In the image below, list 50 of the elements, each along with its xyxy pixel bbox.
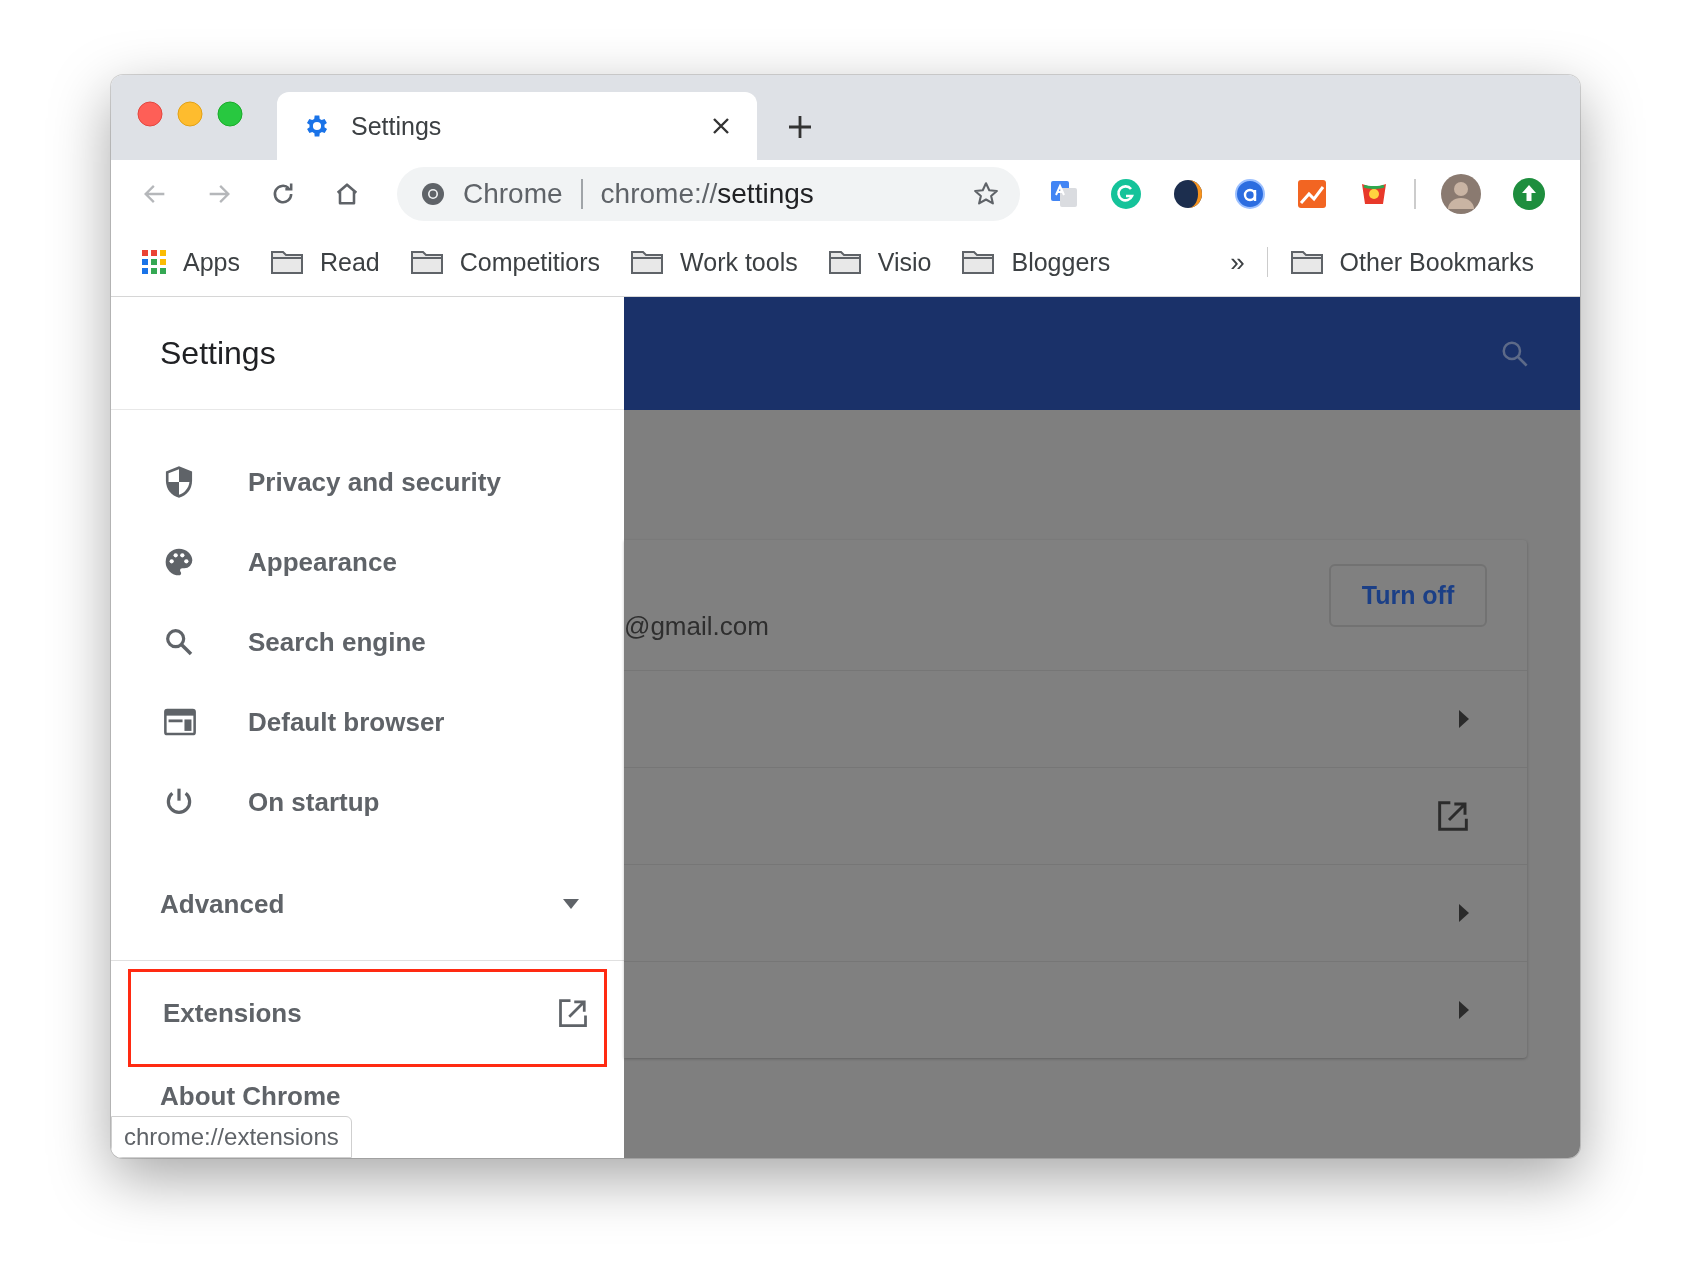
- update-icon[interactable]: [1512, 177, 1546, 211]
- folder-icon: [961, 249, 996, 275]
- bookmark-item[interactable]: Apps: [141, 247, 240, 277]
- extensions-item[interactable]: Extensions: [128, 969, 607, 1067]
- folder-icon: [270, 249, 304, 275]
- maximize-window-icon[interactable]: [217, 101, 243, 127]
- about-item[interactable]: About Chrome: [111, 1067, 624, 1116]
- chart-extension-icon[interactable]: [1296, 178, 1328, 210]
- arrow-right-icon[interactable]: [1459, 1001, 1469, 1019]
- close-icon[interactable]: [711, 116, 731, 136]
- apps-grid-icon: [141, 249, 167, 275]
- bookmark-item[interactable]: Competitiors: [409, 247, 601, 277]
- menu-item[interactable]: Search engine: [111, 602, 624, 682]
- browser-tab[interactable]: Settings: [277, 92, 757, 160]
- translate-extension-icon[interactable]: [1048, 178, 1080, 210]
- menu-item[interactable]: Default browser: [111, 682, 624, 762]
- site-label: Chrome: [463, 178, 563, 210]
- bookmarks-overflow-button[interactable]: »: [1230, 246, 1245, 278]
- bookmark-item[interactable]: Work tools: [630, 247, 798, 277]
- bookmark-item[interactable]: Bloggers: [961, 247, 1111, 277]
- folder-icon: [827, 249, 862, 275]
- shield-icon: [163, 465, 195, 499]
- menu-item[interactable]: Privacy and security: [111, 442, 624, 522]
- url-text: chrome://settings: [600, 178, 815, 210]
- other-bookmarks-item[interactable]: Other Bookmarks: [1289, 247, 1535, 277]
- avatar-icon[interactable]: [1440, 173, 1482, 215]
- folder-icon: [1289, 249, 1324, 275]
- bookmark-item[interactable]: Visio: [827, 247, 932, 277]
- menu-item[interactable]: On startup: [111, 762, 624, 842]
- link-tooltip: chrome://extensions: [111, 1116, 352, 1158]
- search-icon: [163, 626, 195, 658]
- browser-logo-icon: [421, 182, 445, 206]
- settings-title: Settings: [160, 334, 276, 372]
- external-link-icon[interactable]: [1437, 800, 1469, 832]
- arrow-right-icon[interactable]: [1459, 904, 1469, 922]
- folder-icon: [630, 249, 665, 275]
- tab-title: Settings: [351, 111, 443, 141]
- arrow-right-icon[interactable]: [1459, 710, 1469, 728]
- address-bar[interactable]: Chrome chrome://settings: [397, 167, 1020, 221]
- extension-icon[interactable]: [1172, 178, 1204, 210]
- browser-window-icon: [163, 708, 197, 736]
- advanced-toggle[interactable]: Advanced: [111, 856, 624, 952]
- close-window-icon[interactable]: [137, 101, 163, 127]
- palette-icon: [163, 546, 195, 578]
- account-email: @gmail.com: [624, 609, 769, 642]
- new-tab-icon[interactable]: [787, 114, 813, 140]
- bookmark-item[interactable]: Read: [270, 247, 380, 277]
- folder-icon: [409, 249, 444, 275]
- external-link-icon: [558, 998, 588, 1028]
- menu-item[interactable]: Appearance: [111, 522, 624, 602]
